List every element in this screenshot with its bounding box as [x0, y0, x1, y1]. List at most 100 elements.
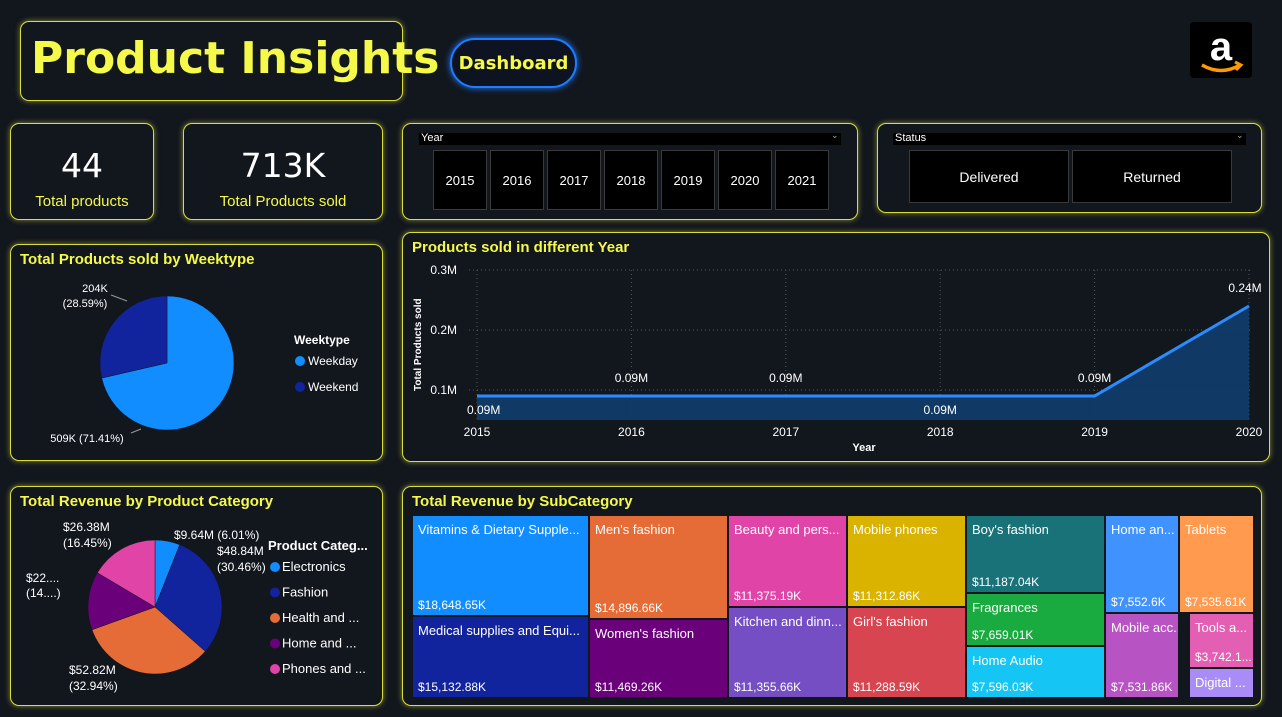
treemap-cell-value: $7,552.6K — [1111, 595, 1166, 609]
year-slicer-header[interactable] — [419, 133, 841, 145]
data-label-health-pct: (32.94%) — [69, 679, 118, 693]
treemap-cell[interactable]: Boy's fashion $11,187.04K — [966, 515, 1105, 593]
data-label-home-value: $22.... — [26, 571, 59, 585]
logo-letter: a — [1210, 25, 1233, 69]
chevron-down-icon[interactable]: ⌄ — [1236, 131, 1244, 141]
treemap-cell-name: Mobile phones — [853, 522, 938, 537]
legend-title: Product Categ... — [268, 538, 368, 553]
treemap-cell-value: $11,312.86K — [853, 589, 921, 603]
treemap-cell-value: $7,596.03K — [972, 680, 1034, 694]
treemap-cell[interactable]: Beauty and pers... $11,375.19K — [728, 515, 847, 607]
data-label: 0.09M — [924, 403, 957, 417]
treemap-cell[interactable]: Home an... $7,552.6K — [1105, 515, 1179, 613]
year-option-2019[interactable]: 2019 — [661, 150, 715, 210]
year-option-2016[interactable]: 2016 — [490, 150, 544, 210]
status-option-delivered[interactable]: Delivered — [909, 150, 1069, 203]
page-title: Product Insights — [31, 33, 440, 84]
legend-title: Weektype — [294, 333, 350, 347]
legend-label-weekday: Weekday — [308, 354, 358, 368]
data-label-electronics: $9.64M (6.01%) — [174, 528, 259, 542]
treemap-cell-value: $7,659.01K — [972, 628, 1034, 642]
treemap-cell-value: $15,132.88K — [418, 680, 487, 694]
treemap-cell-name: Mobile acc... — [1111, 620, 1179, 635]
treemap-cell[interactable]: Fragrances $7,659.01K — [966, 593, 1105, 646]
data-label: 0.24M — [1228, 281, 1261, 295]
treemap-cell[interactable]: Tools a... $3,742.1... — [1189, 613, 1254, 668]
treemap-cell-value: $3,742.1... — [1195, 650, 1252, 664]
treemap-cell[interactable]: Girl's fashion $11,288.59K — [847, 607, 966, 698]
legend-marker — [270, 638, 280, 649]
legend-label: Electronics — [282, 559, 346, 574]
treemap-cell-name: Women's fashion — [595, 626, 695, 641]
status-slicer-title: Status — [895, 132, 927, 144]
data-label: 0.09M — [769, 371, 802, 385]
year-area-chart: Total Products sold Year 0.3M 0.2M 0.1M 201… — [413, 263, 1263, 454]
chevron-down-icon[interactable]: ⌄ — [831, 131, 839, 141]
treemap-cell-value: $7,531.86K — [1111, 680, 1173, 694]
title-card: Product Insights — [20, 21, 439, 101]
treemap-cell[interactable]: Digital ... — [1189, 668, 1254, 698]
treemap-cell-name: Beauty and pers... — [734, 522, 840, 537]
legend-label: Phones and ... — [282, 661, 366, 676]
status-slicer-header[interactable] — [893, 133, 1246, 145]
legend-marker-weekend — [295, 382, 305, 392]
treemap-cell-value: $11,288.59K — [853, 680, 921, 694]
treemap-cell-name: Kitchen and dinn... — [734, 614, 842, 629]
legend-marker — [270, 562, 280, 572]
x-tick-label: 2020 — [1236, 425, 1263, 439]
treemap-cell[interactable]: Mobile phones $11,312.86K — [847, 515, 966, 607]
treemap-cell-value: $14,896.66K — [595, 601, 664, 615]
treemap-cell[interactable]: Medical supplies and Equi... $15,132.88K — [412, 616, 589, 698]
category-chart-card: Total Revenue by Product Category $9.64M… — [10, 486, 383, 706]
amazon-logo: a — [1190, 22, 1252, 78]
data-label: 0.09M — [1078, 371, 1111, 385]
treemap-cell[interactable]: Tablets $7,535.61K — [1179, 515, 1254, 613]
data-label-fashion-value: $48.84M — [217, 544, 264, 558]
treemap-cell[interactable]: Vitamins & Dietary Supple... $18,648.65K — [412, 515, 589, 616]
treemap-cell-name: Tools a... — [1195, 620, 1248, 635]
kpi-total-products: 44 Total products — [10, 123, 154, 220]
dashboard-button[interactable]: Dashboard — [450, 38, 577, 88]
category-chart: $9.64M (6.01%) $48.84M (30.46%) $52.82M … — [26, 520, 368, 693]
treemap-cell-value: $11,469.26K — [595, 680, 663, 694]
y-tick-label: 0.2M — [430, 323, 457, 337]
year-option-2021[interactable]: 2021 — [775, 150, 829, 210]
treemap-cell[interactable]: Men's fashion $14,896.66K — [589, 515, 728, 619]
legend-marker-weekday — [295, 356, 305, 366]
treemap-cell-value: $11,375.19K — [734, 589, 802, 603]
data-label: 0.09M — [467, 403, 500, 417]
year-option-2017[interactable]: 2017 — [547, 150, 601, 210]
leader-line — [110, 294, 128, 302]
data-label-home-pct: (14....) — [26, 586, 61, 600]
weektype-chart-card: Total Products sold by Weektype 204K (28… — [10, 244, 383, 461]
treemap-cell[interactable]: Mobile acc... $7,531.86K — [1105, 613, 1179, 698]
year-option-2020[interactable]: 2020 — [718, 150, 772, 210]
year-chart-card: Products sold in different Year Total Pr… — [402, 232, 1270, 462]
treemap-cell[interactable]: Kitchen and dinn... $11,355.66K — [728, 607, 847, 698]
treemap-cell[interactable]: Women's fashion $11,469.26K — [589, 619, 728, 698]
data-label-phones-value: $26.38M — [63, 520, 110, 534]
data-label: 0.09M — [615, 371, 648, 385]
treemap-cell-name: Digital ... — [1195, 675, 1246, 690]
year-option-2015[interactable]: 2015 — [433, 150, 487, 210]
subcategory-chart-title: Total Revenue by SubCategory — [412, 493, 633, 510]
status-option-returned[interactable]: Returned — [1072, 150, 1232, 203]
data-label-weekend-pct: (28.59%) — [63, 298, 108, 310]
legend-marker — [270, 613, 280, 623]
treemap-cell-name: Medical supplies and Equi... — [418, 623, 580, 638]
leader-line — [130, 428, 142, 434]
treemap-cell-name: Tablets — [1185, 522, 1227, 537]
treemap-cell-name: Fragrances — [972, 600, 1038, 615]
treemap-cell-name: Home Audio — [972, 653, 1043, 668]
treemap-cell-value: $11,187.04K — [972, 575, 1040, 589]
y-tick-label: 0.3M — [430, 263, 457, 277]
year-option-2018[interactable]: 2018 — [604, 150, 658, 210]
x-tick-label: 2015 — [464, 425, 491, 439]
x-tick-label: 2016 — [618, 425, 645, 439]
kpi-total-sold-label: Total Products sold — [219, 193, 347, 210]
kpi-total-products-label: Total products — [35, 193, 129, 210]
treemap-cell-value: $18,648.65K — [418, 598, 487, 612]
legend-label-weekend: Weekend — [308, 380, 358, 394]
treemap-cell[interactable]: Home Audio $7,596.03K — [966, 646, 1105, 698]
kpi-total-sold: 713K Total Products sold — [183, 123, 383, 220]
